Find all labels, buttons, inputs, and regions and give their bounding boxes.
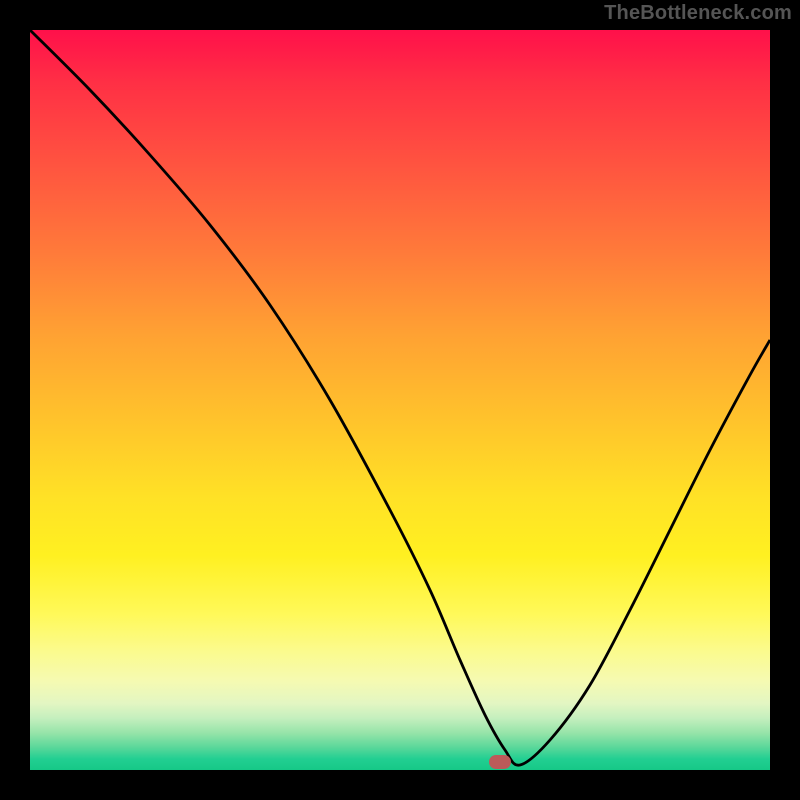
plot-area [30, 30, 770, 770]
optimal-point-marker [489, 755, 511, 769]
chart-frame: TheBottleneck.com [0, 0, 800, 800]
bottleneck-curve [30, 30, 770, 765]
curve-svg [30, 30, 770, 770]
attribution-text: TheBottleneck.com [604, 2, 792, 25]
